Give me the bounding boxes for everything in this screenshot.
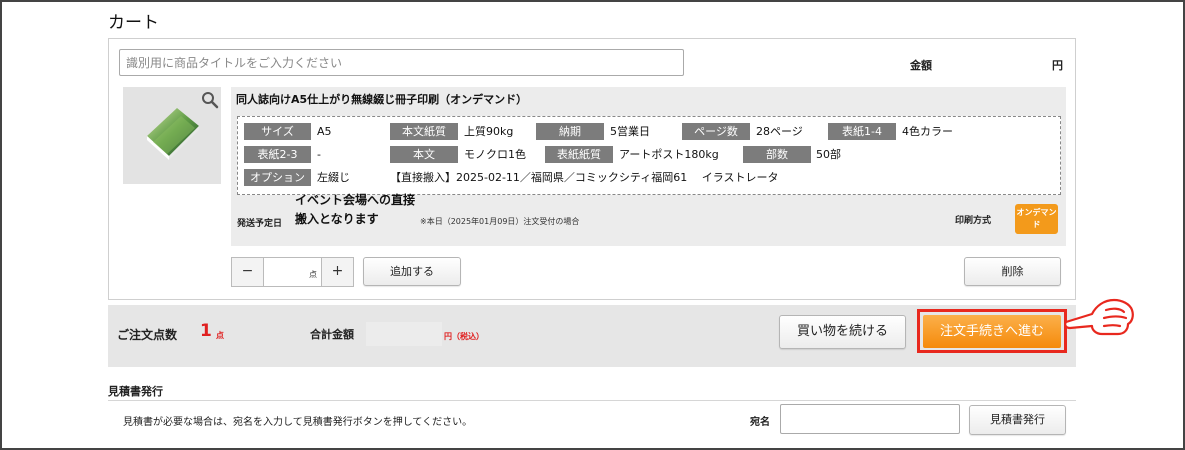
qty-unit: 点	[309, 270, 317, 279]
spec-value: -	[317, 148, 321, 161]
ship-date-label: 発送予定日	[237, 219, 283, 229]
addressee-label: 宛名	[750, 417, 770, 428]
order-count-label: ご注文点数	[117, 328, 178, 342]
qty-increase-button[interactable]: +	[321, 258, 353, 286]
spec-tag: 表紙紙質	[545, 146, 613, 163]
quote-description: 見積書が必要な場合は、宛名を入力して見積書発行ボタンを押してください。	[123, 417, 473, 428]
spec-value: 4色カラー	[902, 125, 953, 138]
spec-tag: 表紙1-4	[828, 123, 896, 140]
issue-quote-button[interactable]: 見積書発行	[969, 405, 1066, 435]
spec-box: サイズ A5 本文紙質 上質90kg 納期 5営業日 ページ数 28ページ 表紙…	[237, 116, 1061, 195]
ship-date-note: ※本日（2025年01月09日）注文受付の場合	[420, 217, 580, 226]
spec-option-detail: 【直接搬入】2025-02-11／福岡県／コミックシティ福岡61 イラストレータ	[390, 171, 779, 184]
page-title: カート	[108, 13, 159, 33]
book-thumbnail	[147, 108, 199, 160]
addressee-input[interactable]	[780, 404, 960, 434]
product-detail-panel: 同人誌向けA5仕上がり無線綴じ冊子印刷（オンデマンド） サイズ A5 本文紙質 …	[231, 87, 1066, 246]
continue-shopping-button[interactable]: 買い物を続ける	[779, 315, 906, 349]
quote-section-title: 見積書発行	[108, 385, 163, 398]
spec-tag: 本文	[390, 146, 458, 163]
spec-tag: 本文紙質	[390, 123, 458, 140]
search-icon[interactable]	[201, 91, 219, 109]
spec-tag: オプション	[244, 169, 311, 186]
spec-value: モノクロ1色	[464, 148, 526, 161]
divider	[108, 400, 1076, 401]
spec-tag: サイズ	[244, 123, 311, 140]
amount-label: 金額	[910, 59, 932, 72]
checkout-button[interactable]: 注文手続きへ進む	[923, 315, 1061, 348]
order-count-unit: 点	[216, 331, 224, 340]
spec-value: アートポスト180kg	[619, 148, 719, 161]
add-button[interactable]: 追加する	[363, 257, 461, 286]
amount-unit: 円	[1052, 59, 1063, 72]
cart-item-box: 金額 円 同人誌向けA5仕上がり無線綴じ冊子印刷（オンデマンド） サイズ	[108, 38, 1076, 300]
quantity-stepper: − 点 +	[231, 257, 354, 287]
spec-value: 50部	[816, 148, 841, 161]
print-method-label: 印刷方式	[955, 216, 992, 226]
ship-date-value: イベント会場への直接搬入となります	[295, 193, 416, 226]
item-title-input[interactable]	[119, 49, 684, 76]
total-amount-unit: 円（税込）	[444, 332, 484, 341]
order-summary: ご注文点数 1 点 合計金額 円（税込） 買い物を続ける 注文手続きへ進む	[108, 305, 1076, 367]
order-count-value: 1	[200, 321, 212, 341]
spec-tag: ページ数	[682, 123, 750, 140]
total-amount-label: 合計金額	[310, 328, 354, 341]
print-method-badge: オンデマンド	[1015, 204, 1058, 234]
spec-tag: 表紙2-3	[244, 146, 311, 163]
spec-value: A5	[317, 125, 332, 138]
spec-tag: 部数	[743, 146, 811, 163]
product-name: 同人誌向けA5仕上がり無線綴じ冊子印刷（オンデマンド）	[236, 93, 528, 106]
spec-value: 5営業日	[610, 125, 650, 138]
spec-value: 上質90kg	[464, 125, 514, 138]
spec-tag: 納期	[536, 123, 604, 140]
spec-value: 28ページ	[756, 125, 803, 138]
delete-button[interactable]: 削除	[964, 257, 1061, 286]
pointing-hand-icon	[1064, 298, 1134, 336]
total-amount-value	[366, 322, 442, 346]
qty-input[interactable]: 点	[264, 258, 321, 286]
spec-value: 左綴じ	[317, 171, 350, 184]
qty-decrease-button[interactable]: −	[232, 258, 264, 286]
